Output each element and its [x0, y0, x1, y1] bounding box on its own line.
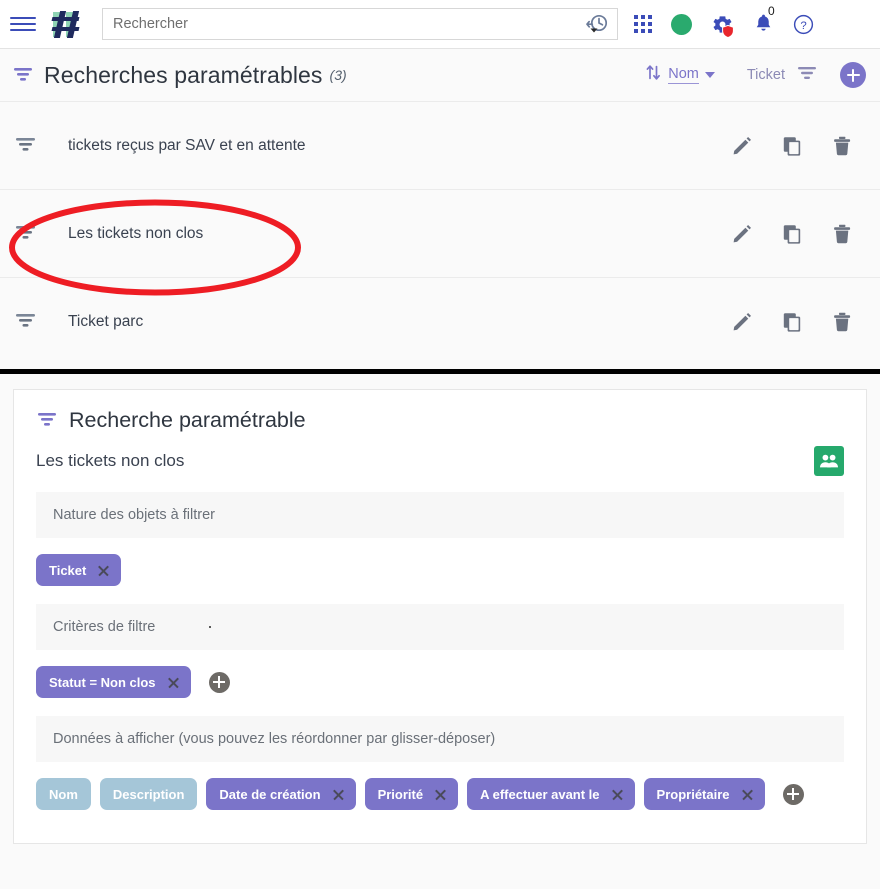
chip-label: Description — [113, 787, 185, 802]
page-title: Recherches paramétrables — [44, 62, 323, 89]
chip-proprietaire[interactable]: Propriétaire — [644, 778, 765, 810]
bell-icon[interactable]: 0 — [753, 12, 774, 36]
close-icon[interactable] — [611, 788, 624, 801]
chip-label: Priorité — [378, 787, 424, 802]
saved-searches-section: Recherches paramétrables (3) Nom — [0, 49, 880, 369]
field-label-display-columns: Données à afficher (vous pouvez les réor… — [36, 716, 844, 762]
filter-icon — [14, 133, 38, 158]
chip-date-creation[interactable]: Date de création — [206, 778, 355, 810]
stray-dot-mark — [209, 626, 211, 628]
chevron-down-icon[interactable] — [705, 72, 715, 78]
add-criteria-button[interactable] — [209, 672, 230, 693]
help-icon[interactable]: ? — [793, 14, 814, 35]
filter-criteria-chips: Statut = Non clos — [36, 650, 844, 698]
chip-nom[interactable]: Nom — [36, 778, 91, 810]
object-type-chips: Ticket — [36, 538, 844, 586]
detail-title: Recherche paramétrable — [69, 408, 306, 433]
copy-icon[interactable] — [780, 222, 804, 246]
chip-priorite[interactable]: Priorité — [365, 778, 459, 810]
close-icon[interactable] — [741, 788, 754, 801]
saved-searches-count: (3) — [330, 67, 347, 83]
row-actions — [730, 310, 854, 334]
chip-statut-non-clos[interactable]: Statut = Non clos — [36, 666, 191, 698]
close-icon[interactable] — [97, 564, 110, 577]
copy-icon[interactable] — [780, 134, 804, 158]
close-icon[interactable] — [434, 788, 447, 801]
spacer — [0, 365, 880, 369]
filter-icon — [12, 63, 34, 88]
sort-arrows-icon — [645, 63, 662, 87]
add-column-button[interactable] — [783, 784, 804, 805]
filter-icon — [36, 408, 58, 433]
header-actions: Nom Ticket — [645, 62, 866, 88]
filter-icon[interactable] — [796, 64, 818, 87]
global-search-box[interactable] — [102, 8, 618, 40]
chip-label: Propriétaire — [657, 787, 730, 802]
hamburger-menu-icon[interactable] — [10, 13, 36, 35]
svg-text:?: ? — [800, 19, 806, 31]
search-history-icon[interactable] — [577, 9, 617, 39]
top-navigation-bar: 0 ? — [0, 0, 880, 49]
chip-ticket[interactable]: Ticket — [36, 554, 121, 586]
table-row[interactable]: Ticket parc — [0, 277, 880, 365]
trash-icon[interactable] — [830, 222, 854, 246]
notification-count-badge: 0 — [768, 4, 775, 18]
saved-search-name: Les tickets non clos — [68, 225, 203, 243]
filter-icon — [14, 309, 38, 334]
app-page: 0 ? Recherches paramétrables (3) — [0, 0, 880, 889]
row-actions — [730, 222, 854, 246]
table-row[interactable]: tickets reçus par SAV et en attente — [0, 101, 880, 189]
pencil-icon[interactable] — [730, 222, 754, 246]
chip-label: Ticket — [49, 563, 86, 578]
saved-search-name: Ticket parc — [68, 313, 143, 331]
copy-icon[interactable] — [780, 310, 804, 334]
add-saved-search-button[interactable] — [840, 62, 866, 88]
sort-field-label[interactable]: Nom — [668, 66, 699, 84]
gear-icon[interactable] — [711, 13, 734, 36]
search-input[interactable] — [103, 9, 577, 39]
chip-description[interactable]: Description — [100, 778, 198, 810]
status-dot-icon[interactable] — [671, 14, 692, 35]
field-label-object-type: Nature des objets à filtrer — [36, 492, 844, 538]
saved-search-detail-card: Recherche paramétrable Les tickets non c… — [13, 389, 867, 844]
group-people-icon[interactable] — [814, 446, 844, 476]
field-label-filter-criteria: Critères de filtre — [36, 604, 844, 650]
type-filter-label: Ticket — [747, 67, 785, 83]
detail-header: Recherche paramétrable — [36, 408, 844, 433]
detail-panel-wrapper: Recherche paramétrable Les tickets non c… — [0, 374, 880, 854]
sort-control[interactable]: Nom — [645, 63, 715, 87]
close-icon[interactable] — [167, 676, 180, 689]
detail-name-row: Les tickets non clos — [36, 446, 844, 476]
pencil-icon[interactable] — [730, 134, 754, 158]
top-bar-icon-group: 0 ? — [634, 12, 814, 36]
trash-icon[interactable] — [830, 134, 854, 158]
apps-grid-icon[interactable] — [634, 15, 652, 33]
app-logo[interactable] — [50, 9, 84, 39]
table-row[interactable]: Les tickets non clos — [0, 189, 880, 277]
chip-label: Nom — [49, 787, 78, 802]
detail-search-name: Les tickets non clos — [36, 451, 184, 471]
row-actions — [730, 134, 854, 158]
display-columns-chips: Nom Description Date de création Priorit… — [36, 762, 844, 810]
filter-icon — [14, 221, 38, 246]
type-filter-control[interactable]: Ticket — [747, 64, 818, 87]
saved-search-name: tickets reçus par SAV et en attente — [68, 137, 306, 155]
saved-searches-header: Recherches paramétrables (3) Nom — [0, 49, 880, 101]
chip-label: A effectuer avant le — [480, 787, 599, 802]
chip-label: Statut = Non clos — [49, 675, 156, 690]
pencil-icon[interactable] — [730, 310, 754, 334]
chip-a-effectuer-avant-le[interactable]: A effectuer avant le — [467, 778, 634, 810]
chip-label: Date de création — [219, 787, 320, 802]
trash-icon[interactable] — [830, 310, 854, 334]
close-icon[interactable] — [332, 788, 345, 801]
